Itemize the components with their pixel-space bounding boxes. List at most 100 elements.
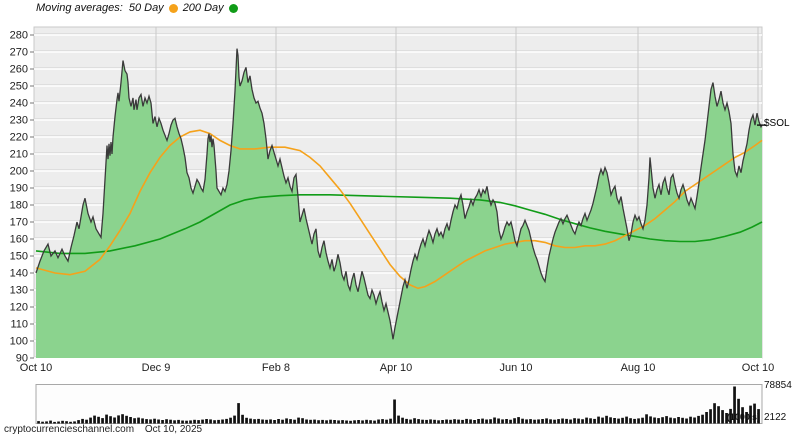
volume-bar bbox=[169, 419, 172, 424]
volume-bar bbox=[677, 417, 680, 424]
volume-bar bbox=[273, 420, 276, 424]
y-axis-label: 230 bbox=[10, 115, 28, 127]
y-axis-label: 170 bbox=[10, 217, 28, 229]
y-axis-label: 280 bbox=[10, 30, 28, 42]
volume-bar bbox=[245, 417, 248, 424]
volume-bar bbox=[681, 417, 684, 424]
volume-bar bbox=[597, 416, 600, 424]
volume-bar bbox=[581, 419, 584, 424]
volume-bar bbox=[225, 418, 228, 424]
volume-bar bbox=[153, 418, 156, 424]
volume-bar bbox=[621, 417, 624, 424]
volume-bar bbox=[473, 420, 476, 424]
volume-bar bbox=[505, 419, 508, 424]
volume-bar bbox=[269, 419, 272, 424]
volume-bar bbox=[557, 419, 560, 424]
volume-bar bbox=[381, 419, 384, 424]
volume-bar bbox=[77, 420, 80, 424]
y-axis-label: 140 bbox=[10, 268, 28, 280]
volume-bar bbox=[525, 419, 528, 424]
y-axis-label: 200 bbox=[10, 166, 28, 178]
x-axis-label: Feb 8 bbox=[262, 362, 290, 374]
volume-bar bbox=[113, 417, 116, 424]
x-axis-label: Oct 10 bbox=[20, 362, 52, 374]
volume-bar bbox=[97, 416, 100, 424]
volume-bar bbox=[453, 419, 456, 424]
legend-ma50-label: 50 Day bbox=[128, 2, 164, 14]
y-axis-label: 270 bbox=[10, 47, 28, 59]
volume-bar bbox=[609, 417, 612, 424]
volume-bar bbox=[641, 417, 644, 424]
volume-bar bbox=[589, 418, 592, 424]
volume-bar bbox=[529, 419, 532, 424]
volume-bar bbox=[165, 419, 168, 424]
volume-bar bbox=[161, 420, 164, 424]
volume-bar bbox=[81, 418, 84, 424]
volume-bar bbox=[421, 419, 424, 424]
volume-bar bbox=[389, 418, 392, 424]
volume-bar bbox=[653, 417, 656, 424]
volume-bar bbox=[533, 419, 536, 424]
volume-bar bbox=[325, 420, 328, 424]
volume-bar bbox=[685, 418, 688, 424]
volume-bar bbox=[333, 420, 336, 424]
volume-bar bbox=[89, 417, 92, 424]
volume-bar bbox=[657, 418, 660, 424]
volume-bar bbox=[121, 414, 124, 424]
y-axis-label: 160 bbox=[10, 234, 28, 246]
volume-bar bbox=[337, 420, 340, 424]
volume-bar bbox=[625, 416, 628, 424]
volume-bar bbox=[513, 418, 516, 424]
x-axis-label: Aug 10 bbox=[621, 362, 656, 374]
volume-bar bbox=[633, 418, 636, 424]
volume-bar bbox=[601, 417, 604, 424]
y-axis-label: 180 bbox=[10, 200, 28, 212]
volume-bar bbox=[561, 418, 564, 424]
volume-bar bbox=[201, 419, 204, 424]
volume-bar bbox=[461, 419, 464, 424]
volume-bar bbox=[433, 419, 436, 424]
volume-bar bbox=[289, 419, 292, 424]
volume-bar bbox=[661, 417, 664, 424]
volume-bar bbox=[465, 418, 468, 424]
volume-bar bbox=[649, 416, 652, 424]
volume-bar bbox=[577, 418, 580, 424]
y-axis-label: 250 bbox=[10, 81, 28, 93]
x-axis-label: Oct 10 bbox=[742, 362, 774, 374]
volume-bar bbox=[377, 419, 380, 424]
volume-bar bbox=[437, 420, 440, 424]
volume-bar bbox=[497, 418, 500, 424]
volume-bar bbox=[301, 418, 304, 424]
volume-bar bbox=[361, 420, 364, 424]
volume-bar bbox=[257, 418, 260, 424]
volume-bar bbox=[493, 417, 496, 424]
volume-bar bbox=[485, 419, 488, 424]
volume-bar bbox=[373, 420, 376, 424]
legend-ma200-label: 200 Day bbox=[182, 2, 224, 14]
volume-bar bbox=[157, 419, 160, 424]
y-axis-label: 260 bbox=[10, 64, 28, 76]
y-axis-label: 220 bbox=[10, 132, 28, 144]
volume-bar bbox=[573, 418, 576, 424]
volume-bar bbox=[537, 419, 540, 424]
volume-bar bbox=[405, 418, 408, 424]
volume-bar bbox=[117, 415, 120, 424]
volume-bar bbox=[481, 418, 484, 424]
volume-bar bbox=[521, 418, 524, 424]
y-axis-label: 120 bbox=[10, 302, 28, 314]
volume-bar bbox=[281, 419, 284, 424]
volume-bar bbox=[469, 419, 472, 424]
volume-bar bbox=[209, 419, 212, 424]
volume-bar bbox=[293, 419, 296, 424]
legend-title: Moving averages: bbox=[36, 2, 123, 14]
chart-canvas: 280 270 260 250 240 230 220 210 200 190 180 170 160 1… bbox=[10, 26, 774, 424]
volume-bar bbox=[637, 418, 640, 424]
volume-units-label: (1000's) bbox=[726, 412, 760, 422]
volume-bar bbox=[569, 419, 572, 424]
volume-bar bbox=[669, 417, 672, 424]
y-axis-label: 130 bbox=[10, 285, 28, 297]
volume-last-label: 2122 bbox=[764, 412, 787, 423]
volume-bar bbox=[593, 418, 596, 424]
volume-bar bbox=[645, 414, 648, 424]
volume-bar bbox=[261, 419, 264, 424]
